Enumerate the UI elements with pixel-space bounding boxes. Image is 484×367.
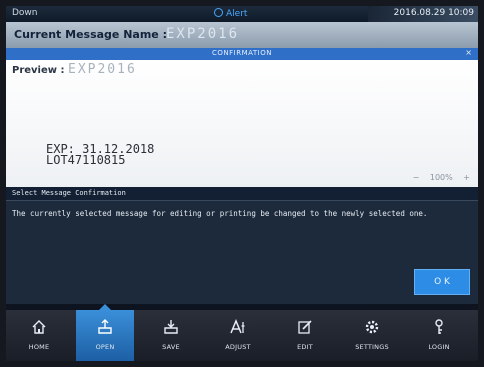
nav-login[interactable]: LOGIN [410, 310, 468, 361]
gear-icon [365, 320, 379, 334]
zoom-level: 100% [429, 173, 453, 182]
preview-message-name: EXP2016 [68, 62, 137, 77]
dialog-message: The currently selected message for editi… [12, 209, 428, 218]
nav-open-label: OPEN [95, 343, 115, 351]
preview-line-lot: LOT47110815 [46, 153, 126, 167]
zoom-out-icon[interactable]: − [413, 173, 420, 182]
nav-adjust[interactable]: ADJUST [209, 310, 267, 361]
current-message-value: EXP2016 [166, 26, 240, 42]
status-bar: Down Alert 2016.08.29 10:09 [6, 6, 478, 22]
screen: Down Alert 2016.08.29 10:09 Current Mess… [6, 6, 478, 361]
preview-panel: Preview : EXP2016 EXP: 31.12.2018 LOT471… [6, 60, 478, 187]
confirmation-dialog: Select Message Confirmation The currentl… [6, 187, 478, 304]
bottom-nav: HOME OPEN SAVE ADJUST EDIT SETTINGS LOGI… [6, 304, 478, 361]
adjust-icon [230, 319, 245, 334]
alarm-label: Alert [226, 9, 248, 19]
edit-icon [298, 320, 312, 334]
ok-button[interactable]: O K [414, 269, 470, 295]
datetime: 2016.08.29 10:09 [368, 6, 478, 22]
close-icon[interactable]: × [465, 48, 472, 57]
save-icon [164, 320, 178, 334]
device-bezel: Down Alert 2016.08.29 10:09 Current Mess… [0, 0, 484, 367]
nav-settings-label: SETTINGS [355, 343, 389, 351]
nav-open[interactable]: OPEN [76, 304, 134, 361]
confirmation-header: CONFIRMATION × [6, 48, 478, 60]
nav-edit[interactable]: EDIT [276, 310, 334, 361]
login-icon [435, 319, 443, 334]
active-indicator [99, 304, 111, 310]
nav-adjust-label: ADJUST [225, 343, 251, 351]
machine-state: Down [12, 8, 38, 18]
nav-home-label: HOME [28, 343, 50, 351]
home-icon [32, 320, 46, 334]
nav-settings[interactable]: SETTINGS [343, 310, 401, 361]
zoom-controls: − 100% + [405, 173, 470, 182]
nav-home[interactable]: HOME [10, 310, 68, 361]
nav-save-label: SAVE [162, 343, 180, 351]
nav-login-label: LOGIN [428, 343, 450, 351]
current-message-bar: Current Message Name : EXP2016 [6, 22, 478, 48]
confirmation-title: CONFIRMATION [212, 49, 272, 57]
nav-save[interactable]: SAVE [142, 310, 200, 361]
preview-label: Preview : [12, 65, 65, 76]
zoom-in-icon[interactable]: + [463, 173, 470, 182]
alarm-icon [214, 8, 223, 17]
dialog-title-bar: Select Message Confirmation [6, 187, 478, 201]
dialog-title: Select Message Confirmation [12, 189, 126, 197]
open-icon [98, 319, 112, 334]
nav-edit-label: EDIT [297, 343, 313, 351]
current-message-label: Current Message Name : [14, 28, 168, 41]
alarm-indicator[interactable]: Alert [214, 8, 247, 19]
